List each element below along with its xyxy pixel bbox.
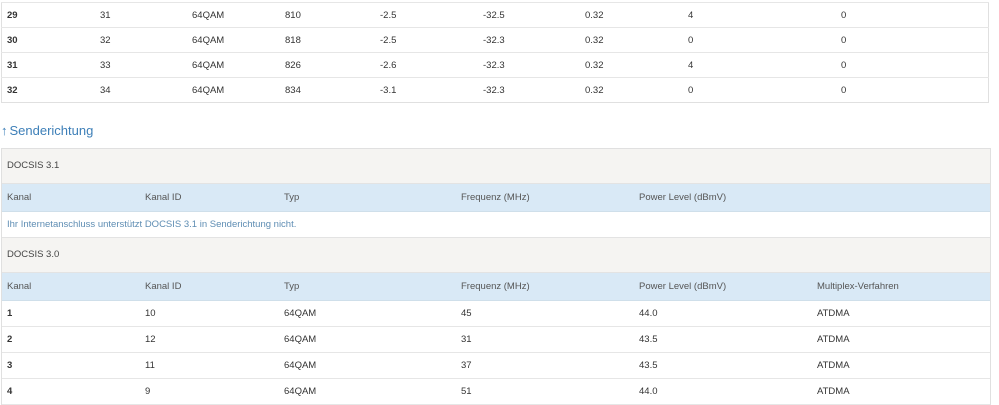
table-cell: 0 <box>841 77 989 103</box>
docsis30-column-headers: Kanal Kanal ID Typ Frequenz (MHz) Power … <box>2 273 990 301</box>
column-header-kanal-id: Kanal ID <box>145 192 182 203</box>
column-header-multiplex: Multiplex-Verfahren <box>817 281 899 292</box>
table-cell: 64QAM <box>192 2 285 28</box>
table-row: 1 10 64QAM 45 44.0 ATDMA <box>2 301 990 327</box>
arrow-up-icon: ↑ <box>1 123 8 138</box>
table-cell: 31 <box>461 334 472 345</box>
table-cell: -2.5 <box>380 2 483 28</box>
table-cell: 4 <box>7 386 13 397</box>
table-cell: 1 <box>7 308 13 319</box>
table-cell: 0 <box>841 52 989 78</box>
table-cell: -2.5 <box>380 27 483 53</box>
table-cell: 2 <box>7 334 13 345</box>
table-row: 30 32 64QAM 818 -2.5 -32.3 0.32 0 0 <box>1 27 989 53</box>
column-header-kanal: Kanal <box>7 281 32 292</box>
table-cell: -32.3 <box>483 27 585 53</box>
table-cell: 31 <box>100 2 192 28</box>
table-cell: 34 <box>100 77 192 103</box>
column-header-power-level: Power Level (dBmV) <box>639 281 727 292</box>
table-row: 29 31 64QAM 810 -2.5 -32.5 0.32 4 0 <box>1 2 989 28</box>
column-header-typ: Typ <box>284 281 300 292</box>
table-cell: 12 <box>145 334 156 345</box>
table-cell: ATDMA <box>817 308 850 319</box>
table-cell: 64QAM <box>192 77 285 103</box>
table-cell: 834 <box>285 77 380 103</box>
table-cell: 43.5 <box>639 360 658 371</box>
docsis31-header: DOCSIS 3.1 <box>2 149 990 184</box>
table-cell: 0 <box>688 27 841 53</box>
table-cell: 44.0 <box>639 386 658 397</box>
senderichtung-link[interactable]: ↑ Senderichtung <box>1 123 93 138</box>
column-header-kanal: Kanal <box>7 192 32 203</box>
table-cell: -32.3 <box>483 52 585 78</box>
table-cell: 29 <box>1 2 100 28</box>
table-cell: 45 <box>461 308 472 319</box>
table-row: 3 11 64QAM 37 43.5 ATDMA <box>2 353 990 379</box>
table-cell: 51 <box>461 386 472 397</box>
upstream-section: DOCSIS 3.1 Kanal Kanal ID Typ Frequenz (… <box>1 148 991 405</box>
table-cell: 818 <box>285 27 380 53</box>
table-cell: 30 <box>1 27 100 53</box>
table-cell: 4 <box>688 2 841 28</box>
table-cell: 0.32 <box>585 77 688 103</box>
senderichtung-label: Senderichtung <box>9 123 94 138</box>
table-row: 2 12 64QAM 31 43.5 ATDMA <box>2 327 990 353</box>
table-cell: 4 <box>688 52 841 78</box>
table-cell: 64QAM <box>192 27 285 53</box>
table-cell: 64QAM <box>284 360 317 371</box>
table-cell: 64QAM <box>284 386 317 397</box>
table-cell: 31 <box>1 52 100 78</box>
table-cell: 11 <box>145 360 155 371</box>
table-cell: 0 <box>841 2 989 28</box>
downstream-channel-table: 29 31 64QAM 810 -2.5 -32.5 0.32 4 0 30 3… <box>1 2 989 103</box>
table-cell: 64QAM <box>284 308 317 319</box>
table-cell: 64QAM <box>284 334 317 345</box>
table-cell: -2.6 <box>380 52 483 78</box>
table-cell: 10 <box>145 308 156 319</box>
table-cell: 0.32 <box>585 27 688 53</box>
table-cell: 0.32 <box>585 52 688 78</box>
column-header-typ: Typ <box>284 192 300 203</box>
column-header-frequenz: Frequenz (MHz) <box>461 281 530 292</box>
docsis31-column-headers: Kanal Kanal ID Typ Frequenz (MHz) Power … <box>2 184 990 212</box>
table-cell: -32.3 <box>483 77 585 103</box>
table-cell: 0.32 <box>585 2 688 28</box>
table-cell: 44.0 <box>639 308 658 319</box>
docsis31-not-supported-notice: Ihr Internetanschluss unterstützt DOCSIS… <box>2 212 990 238</box>
page: 29 31 64QAM 810 -2.5 -32.5 0.32 4 0 30 3… <box>1 0 991 405</box>
table-cell: ATDMA <box>817 386 850 397</box>
table-cell: 33 <box>100 52 192 78</box>
table-cell: ATDMA <box>817 334 850 345</box>
table-row: 31 33 64QAM 826 -2.6 -32.3 0.32 4 0 <box>1 52 989 78</box>
table-cell: ATDMA <box>817 360 850 371</box>
table-cell: 9 <box>145 386 151 397</box>
table-cell: 826 <box>285 52 380 78</box>
table-cell: 32 <box>1 77 100 103</box>
table-cell: 32 <box>100 27 192 53</box>
column-header-frequenz: Frequenz (MHz) <box>461 192 530 203</box>
column-header-kanal-id: Kanal ID <box>145 281 182 292</box>
table-cell: 810 <box>285 2 380 28</box>
table-cell: 37 <box>461 360 472 371</box>
table-cell: 43.5 <box>639 334 658 345</box>
table-cell: 0 <box>688 77 841 103</box>
docsis30-header: DOCSIS 3.0 <box>2 238 990 273</box>
table-cell: 0 <box>841 27 989 53</box>
column-header-power-level: Power Level (dBmV) <box>639 192 727 203</box>
table-cell: 3 <box>7 360 13 371</box>
table-row: 32 34 64QAM 834 -3.1 -32.3 0.32 0 0 <box>1 77 989 103</box>
table-cell: 64QAM <box>192 52 285 78</box>
table-cell: -3.1 <box>380 77 483 103</box>
table-row: 4 9 64QAM 51 44.0 ATDMA <box>2 379 990 405</box>
table-cell: -32.5 <box>483 2 585 28</box>
